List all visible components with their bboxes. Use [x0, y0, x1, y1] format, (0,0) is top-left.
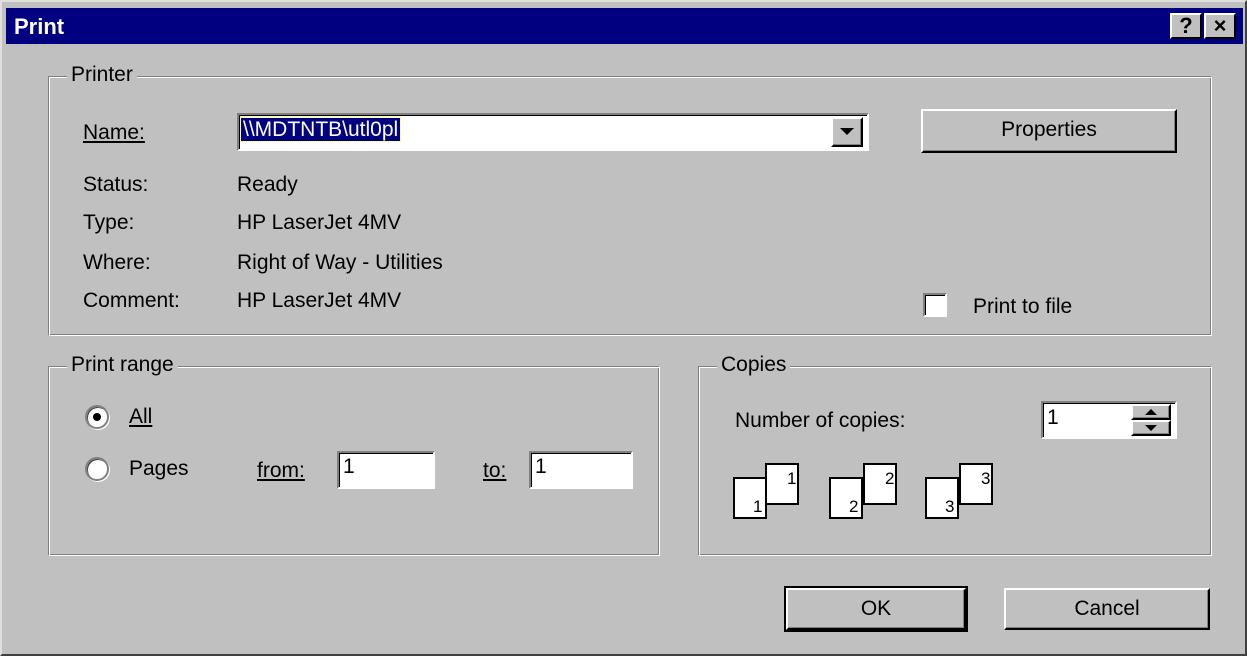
- cancel-button-label: Cancel: [1074, 597, 1140, 620]
- copies-increment-button[interactable]: [1131, 404, 1171, 420]
- pages-radio[interactable]: [85, 457, 109, 481]
- cancel-button[interactable]: Cancel: [1004, 588, 1210, 630]
- to-value: 1: [535, 455, 547, 478]
- all-label[interactable]: All: [129, 405, 152, 429]
- printer-group: Printer Name: \\MDTNTB\utl0pl Properties…: [48, 63, 1212, 336]
- copies-decrement-button[interactable]: [1131, 420, 1171, 436]
- printer-name-dropdown-button[interactable]: [831, 117, 863, 147]
- properties-button[interactable]: Properties: [921, 109, 1177, 153]
- printer-group-label: Printer: [67, 63, 137, 87]
- copies-group: Copies Number of copies: 1 1 1 2 2 3 3: [698, 353, 1212, 556]
- collate-page-front-3: 3: [925, 477, 959, 519]
- from-value: 1: [343, 455, 355, 478]
- status-value: Ready: [237, 173, 298, 196]
- ok-button-label: OK: [860, 597, 892, 620]
- type-value: HP LaserJet 4MV: [237, 211, 402, 234]
- print-to-file-checkbox[interactable]: [923, 293, 947, 317]
- pages-label[interactable]: Pages: [129, 457, 189, 481]
- collate-page-back-3: 3: [959, 463, 993, 505]
- comment-value: HP LaserJet 4MV: [237, 289, 402, 312]
- status-label: Status:: [83, 173, 149, 196]
- collate-page-front-1: 1: [733, 477, 767, 519]
- arrow-down-icon: [1145, 425, 1157, 431]
- collate-page-front-2: 2: [829, 477, 863, 519]
- help-icon: ?: [1179, 13, 1193, 38]
- from-input[interactable]: 1: [337, 451, 435, 489]
- comment-label: Comment:: [83, 289, 180, 312]
- where-value: Right of Way - Utilities: [237, 251, 443, 274]
- to-label: to:: [483, 459, 507, 482]
- print-range-group-label: Print range: [67, 353, 178, 377]
- arrow-up-icon: [1145, 409, 1157, 415]
- ok-button[interactable]: OK: [784, 586, 968, 632]
- close-button[interactable]: ×: [1204, 13, 1236, 39]
- title-bar[interactable]: Print ? ×: [6, 8, 1243, 44]
- properties-button-label: Properties: [1001, 118, 1097, 141]
- all-radio[interactable]: [85, 405, 109, 429]
- copies-spinner[interactable]: 1: [1041, 401, 1177, 439]
- printer-name-select[interactable]: \\MDTNTB\utl0pl: [237, 113, 869, 151]
- print-dialog: Print ? × Printer Name: \\MDTNTB\utl0pl …: [0, 0, 1247, 656]
- window-title: Print: [14, 14, 65, 39]
- type-label: Type:: [83, 211, 135, 234]
- name-label: Name:: [83, 121, 145, 144]
- print-range-group: Print range All Pages from: 1 to: 1: [48, 353, 660, 556]
- collate-page-back-2: 2: [863, 463, 897, 505]
- copies-value: 1: [1047, 406, 1059, 429]
- from-label: from:: [257, 459, 305, 482]
- print-to-file-label[interactable]: Print to file: [973, 295, 1072, 319]
- printer-name-value: \\MDTNTB\utl0pl: [239, 117, 402, 142]
- collate-page-back-1: 1: [765, 463, 799, 505]
- where-label: Where:: [83, 251, 151, 274]
- close-icon: ×: [1213, 13, 1227, 38]
- chevron-down-icon: [840, 128, 854, 135]
- radio-selected-dot: [93, 413, 101, 421]
- help-button[interactable]: ?: [1170, 13, 1202, 39]
- to-input[interactable]: 1: [529, 451, 633, 489]
- copies-group-label: Copies: [717, 353, 791, 377]
- number-of-copies-label: Number of copies:: [735, 409, 906, 432]
